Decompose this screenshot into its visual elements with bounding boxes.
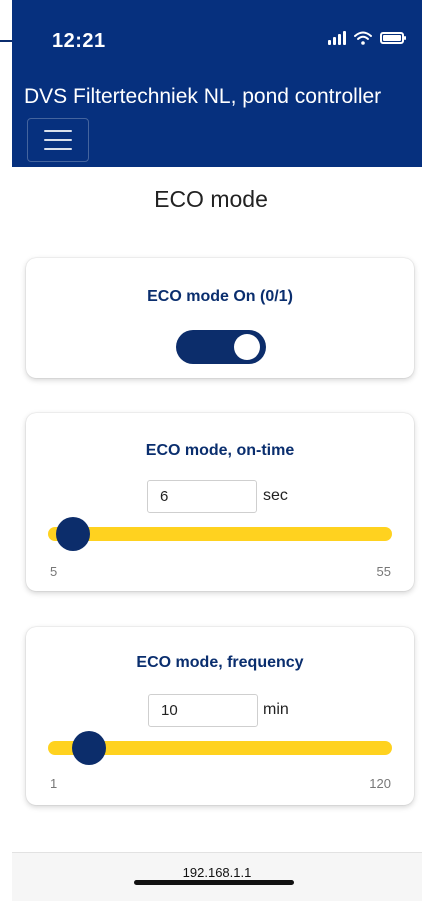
status-bar: 12:21: [12, 0, 422, 80]
eco-mode-label: ECO mode On (0/1): [147, 288, 293, 305]
toggle-knob: [234, 334, 260, 360]
frequency-min-label: 1: [50, 776, 58, 791]
on-time-input[interactable]: [147, 480, 257, 513]
page: 12:21 DVS Filtertechniek NL, pond contro…: [0, 0, 422, 901]
frequency-slider-thumb[interactable]: [72, 731, 106, 765]
decorative-line: [0, 40, 12, 42]
page-title: ECO mode: [154, 186, 268, 212]
frequency-unit: min: [263, 701, 289, 718]
on-time-card: ECO mode, on-time sec 5 55: [26, 413, 414, 591]
app-title: DVS Filtertechniek NL, pond controller: [24, 85, 382, 108]
browser-url: 192.168.1.1: [182, 865, 252, 880]
app-header: 12:21 DVS Filtertechniek NL, pond contro…: [12, 0, 422, 167]
on-time-slider-thumb[interactable]: [56, 517, 90, 551]
eco-mode-card: ECO mode On (0/1): [26, 258, 414, 378]
frequency-input[interactable]: [148, 694, 258, 727]
browser-address-bar[interactable]: 192.168.1.1: [12, 852, 422, 901]
battery-icon: [380, 32, 406, 44]
frequency-max-label: 120: [369, 776, 391, 791]
wifi-icon: [354, 31, 372, 45]
frequency-card: ECO mode, frequency min 1 120: [26, 627, 414, 805]
eco-mode-toggle[interactable]: [176, 330, 266, 364]
on-time-max-label: 55: [376, 564, 391, 579]
on-time-slider-track[interactable]: [48, 527, 392, 541]
frequency-label: ECO mode, frequency: [136, 654, 304, 671]
status-icons: [328, 31, 406, 45]
home-indicator[interactable]: [134, 880, 294, 885]
menu-button[interactable]: [27, 118, 89, 162]
status-time: 12:21: [52, 30, 106, 52]
on-time-min-label: 5: [50, 564, 58, 579]
on-time-unit: sec: [263, 487, 288, 504]
on-time-label: ECO mode, on-time: [145, 442, 295, 459]
hamburger-menu-icon: [44, 130, 72, 150]
cellular-signal-icon: [328, 31, 346, 45]
